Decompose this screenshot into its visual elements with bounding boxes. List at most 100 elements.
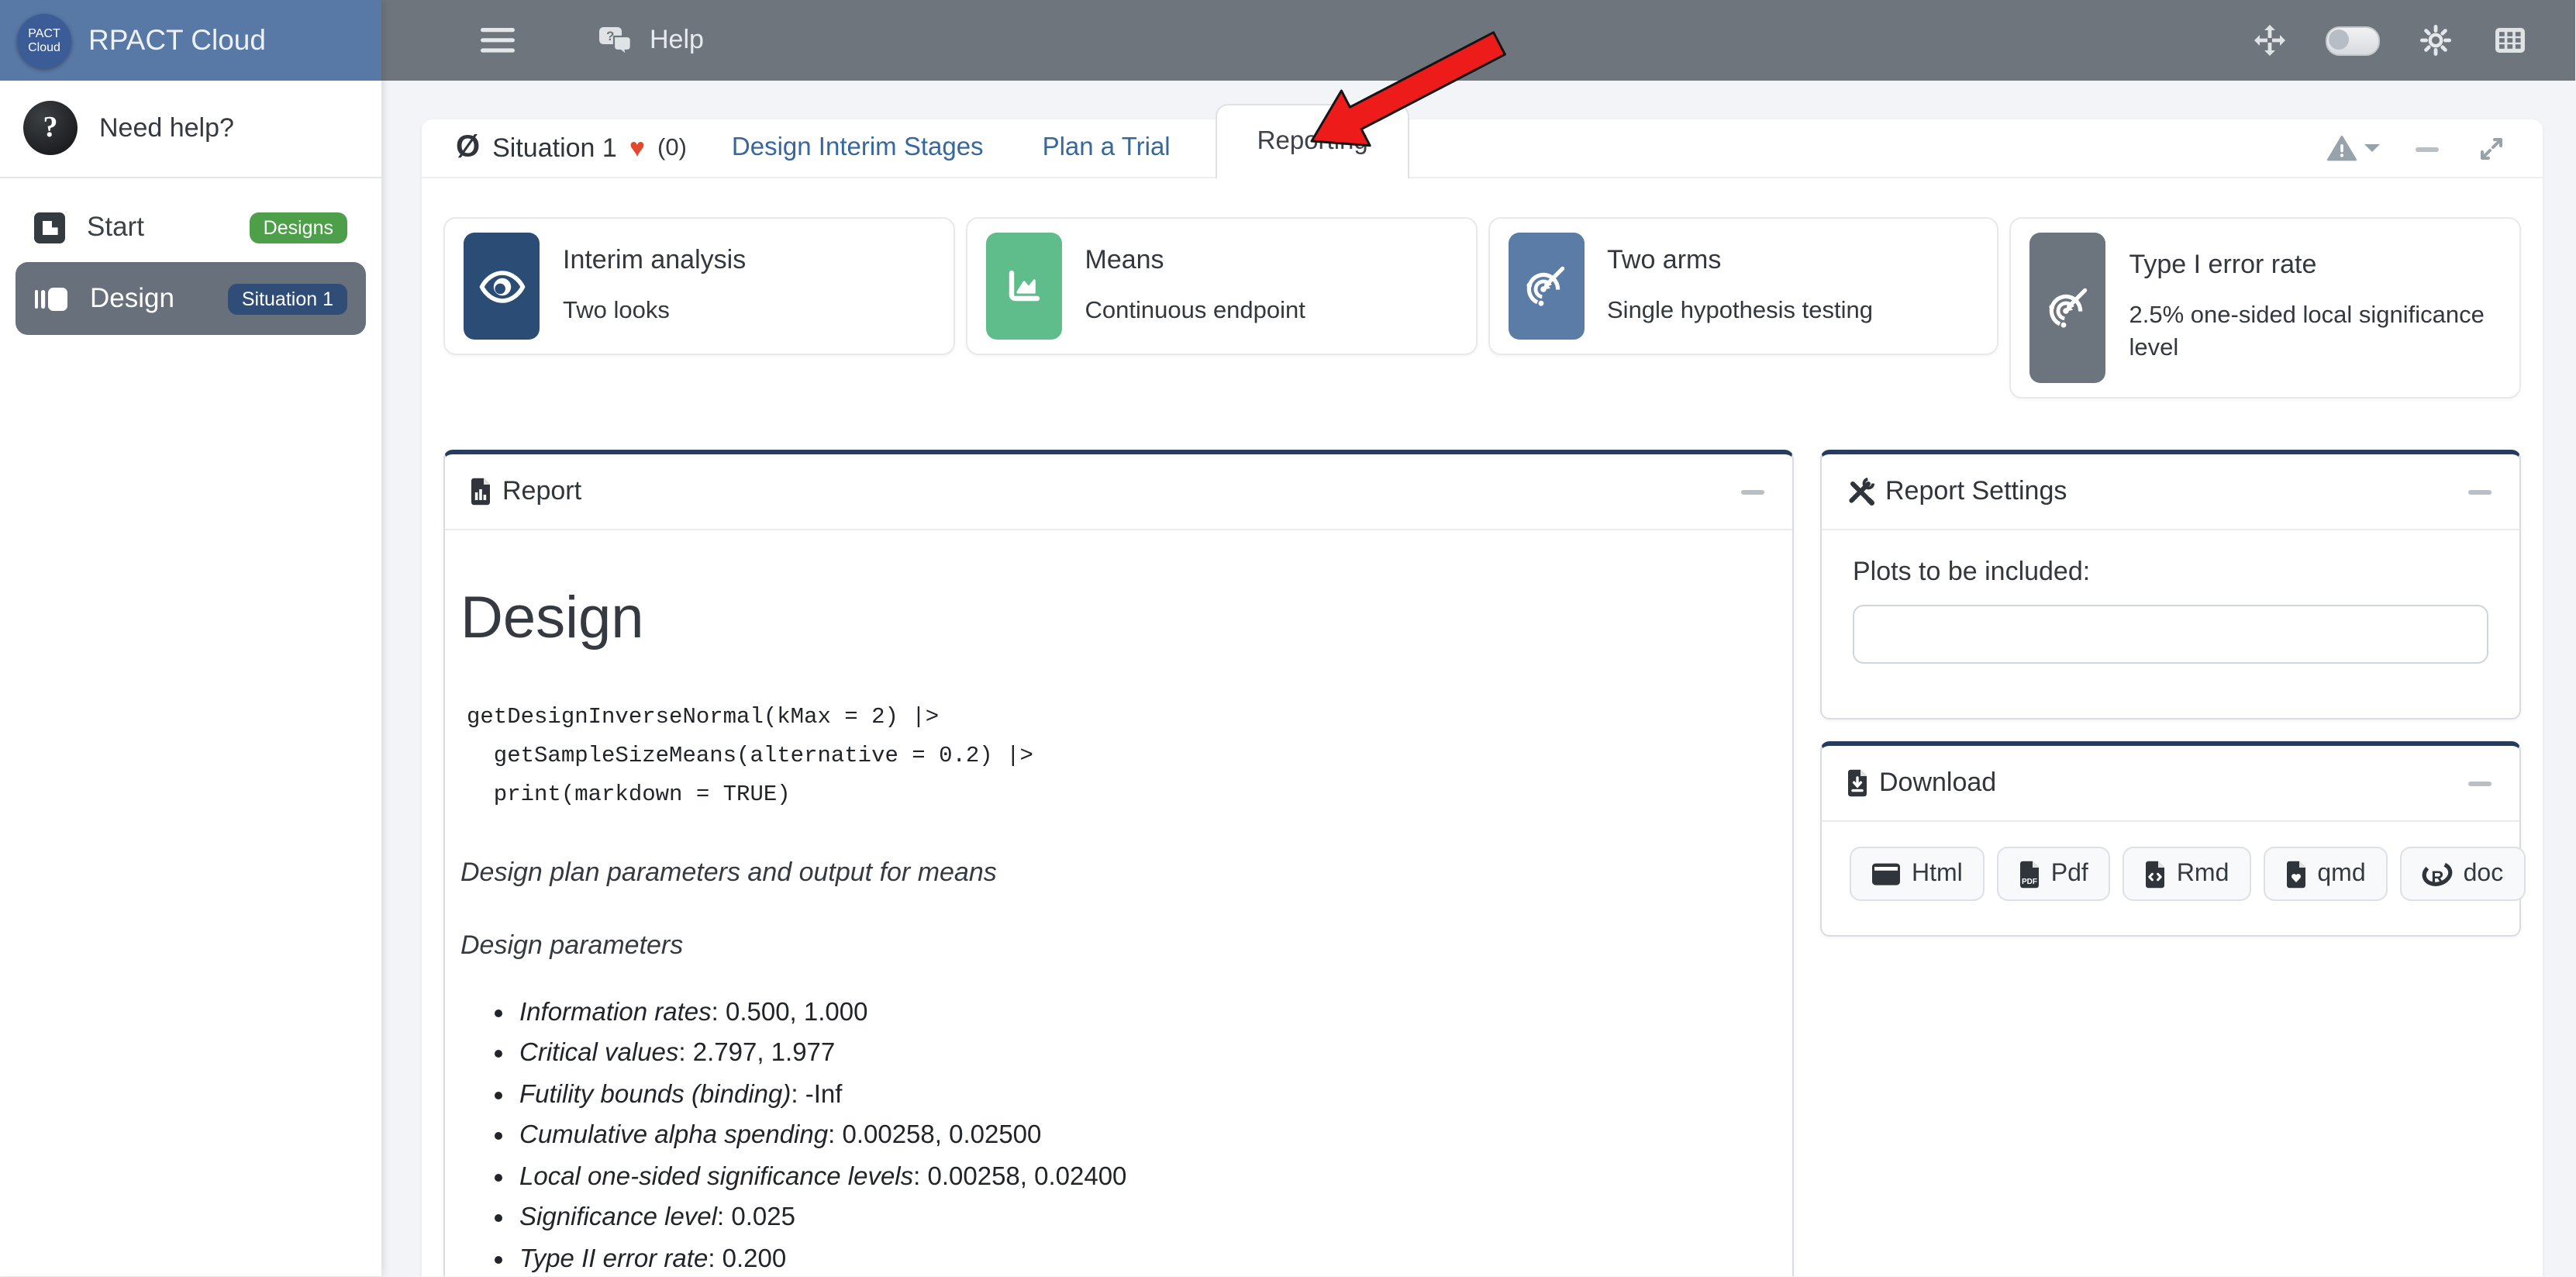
minus-icon (2468, 782, 2492, 786)
sidebar-item-label: Design (90, 282, 206, 315)
download-rmd-button[interactable]: Rmd (2123, 847, 2251, 901)
sidebar: PACT Cloud RPACT Cloud ? Need help? Star… (0, 0, 381, 1276)
report-section-design-parameters: Design parameters (460, 930, 1767, 961)
favorite-count: (0) (657, 134, 687, 162)
tab-situation[interactable]: Ø Situation 1 ♥ (0) (440, 130, 702, 166)
expand-diagonal-icon[interactable] (2474, 131, 2509, 165)
design-parameters-list: Information rates: 0.500, 1.000 Critical… (457, 999, 1767, 1276)
start-icon (34, 212, 65, 243)
summary-card-title: Means (1085, 244, 1305, 275)
main-card: Ø Situation 1 ♥ (0) Design Interim Stage… (422, 119, 2543, 1276)
parameter-item: Cumulative alpha spending: 0.00258, 0.02… (519, 1122, 1767, 1151)
tab-reporting[interactable]: Reporting (1216, 104, 1410, 178)
svg-text:?: ? (606, 28, 614, 43)
parameter-value: 0.500, 1.000 (726, 999, 868, 1027)
summary-card-subtitle: 2.5% one-sided local significance level (2129, 301, 2502, 366)
summary-card-means: Means Continuous endpoint (966, 217, 1478, 355)
parameter-value: 0.025 (731, 1204, 795, 1232)
plots-to-include-label: Plots to be included: (1853, 557, 2488, 588)
report-settings-header: Report Settings (1822, 454, 2519, 530)
plots-to-include-input[interactable] (1853, 605, 2488, 664)
parameter-label: Information rates (519, 999, 712, 1027)
parameter-label: Cumulative alpha spending (519, 1122, 828, 1150)
parameter-label: Type II error rate (519, 1245, 708, 1273)
report-panel: Report Design getDesignInverseNormal(kMa… (443, 450, 1794, 1276)
help-label: Help (650, 25, 704, 56)
report-intro: Design plan parameters and output for me… (460, 858, 1767, 889)
download-qmd-button[interactable]: qmd (2263, 847, 2387, 901)
minus-icon (1741, 490, 1764, 495)
need-help-link[interactable]: ? Need help? (0, 81, 381, 174)
separator: : (791, 1081, 805, 1109)
help-menu[interactable]: ? Help (598, 25, 704, 56)
separator: : (913, 1163, 927, 1191)
html-window-icon (1871, 861, 1901, 886)
summary-card-subtitle: Two looks (563, 295, 746, 328)
download-body: Html PDF Pdf Rmd (1822, 822, 2519, 935)
tab-plan-a-trial[interactable]: Plan a Trial (1043, 133, 1171, 163)
dark-mode-toggle[interactable] (2326, 26, 2380, 55)
logo-text-top: PACT (28, 26, 60, 40)
app-title: RPACT Cloud (88, 23, 266, 57)
download-button-label: Rmd (2177, 859, 2229, 889)
collapse-download-button[interactable] (2465, 777, 2495, 789)
separator: : (708, 1245, 722, 1273)
parameter-value: 0.200 (722, 1245, 787, 1273)
parameter-item: Local one-sided significance levels: 0.0… (519, 1163, 1767, 1192)
grid-apps-icon[interactable] (2492, 23, 2529, 57)
report-file-icon (470, 478, 491, 506)
parameter-item: Type II error rate: 0.200 (519, 1245, 1767, 1275)
separator: : (678, 1040, 692, 1068)
parameter-value: 0.00258, 0.02400 (928, 1163, 1127, 1191)
summary-card-title: Two arms (1607, 244, 1873, 275)
bullseye-arrow-icon (2030, 233, 2106, 383)
main-area: Ø Situation 1 ♥ (0) Design Interim Stage… (381, 81, 2575, 1276)
settings-sun-icon[interactable] (2417, 22, 2454, 59)
rpact-logo-icon: PACT Cloud (17, 13, 71, 67)
summary-cards-row: Interim analysis Two looks Means Continu… (443, 217, 2521, 399)
download-button-label: Html (1912, 859, 1963, 889)
hamburger-menu-icon[interactable] (478, 25, 518, 56)
logo-text-bottom: Cloud (28, 40, 60, 54)
fullscreen-arrows-icon[interactable] (2251, 22, 2288, 59)
minus-icon (2468, 490, 2492, 495)
report-settings-body: Plots to be included: (1822, 530, 2519, 718)
summary-card-type1-error: Type I error rate 2.5% one-sided local s… (2010, 217, 2522, 399)
parameter-item: Futility bounds (binding): -Inf (519, 1081, 1767, 1110)
download-button-label: Pdf (2051, 859, 2088, 889)
area-chart-icon (986, 233, 1062, 340)
warnings-dropdown[interactable] (2327, 135, 2380, 161)
content-row: Report Design getDesignInverseNormal(kMa… (443, 450, 2521, 1276)
minus-icon (2416, 147, 2439, 151)
parameter-item: Information rates: 0.500, 1.000 (519, 999, 1767, 1028)
main-card-body: Interim analysis Two looks Means Continu… (422, 178, 2543, 1276)
sidebar-item-start[interactable]: Start Designs (16, 198, 366, 256)
situation-tab-label: Situation 1 (492, 133, 617, 164)
report-body: Design getDesignInverseNormal(kMax = 2) … (445, 530, 1792, 1276)
collapse-main-button[interactable] (2412, 142, 2442, 154)
svg-text:R: R (2431, 867, 2443, 886)
collapse-report-button[interactable] (1738, 485, 1767, 498)
download-doc-button[interactable]: R doc (2400, 847, 2526, 901)
download-pdf-button[interactable]: PDF Pdf (1997, 847, 2110, 901)
r-code-block: getDesignInverseNormal(kMax = 2) |> getS… (467, 699, 1767, 816)
report-panel-header: Report (445, 454, 1792, 530)
collapse-settings-button[interactable] (2465, 485, 2495, 498)
bullseye-arrow-icon (1508, 233, 1584, 340)
separator: : (712, 999, 726, 1027)
summary-card-title: Interim analysis (563, 244, 746, 275)
summary-card-two-arms: Two arms Single hypothesis testing (1488, 217, 1999, 355)
sidebar-item-design[interactable]: Design Situation 1 (16, 262, 366, 335)
parameter-value: -Inf (805, 1081, 843, 1109)
download-html-button[interactable]: Html (1850, 847, 1985, 901)
file-heart-icon (2285, 860, 2306, 888)
summary-card-interim-analysis: Interim analysis Two looks (443, 217, 955, 355)
download-button-label: doc (2464, 859, 2504, 889)
favorite-heart-icon[interactable]: ♥ (629, 133, 645, 164)
designs-badge: Designs (250, 212, 347, 243)
parameter-item: Critical values: 2.797, 1.977 (519, 1040, 1767, 1069)
tab-bar: Ø Situation 1 ♥ (0) Design Interim Stage… (422, 119, 2543, 178)
chevron-down-icon (2364, 144, 2380, 152)
tab-design-interim-stages[interactable]: Design Interim Stages (732, 133, 984, 163)
summary-card-title: Type I error rate (2129, 250, 2502, 281)
